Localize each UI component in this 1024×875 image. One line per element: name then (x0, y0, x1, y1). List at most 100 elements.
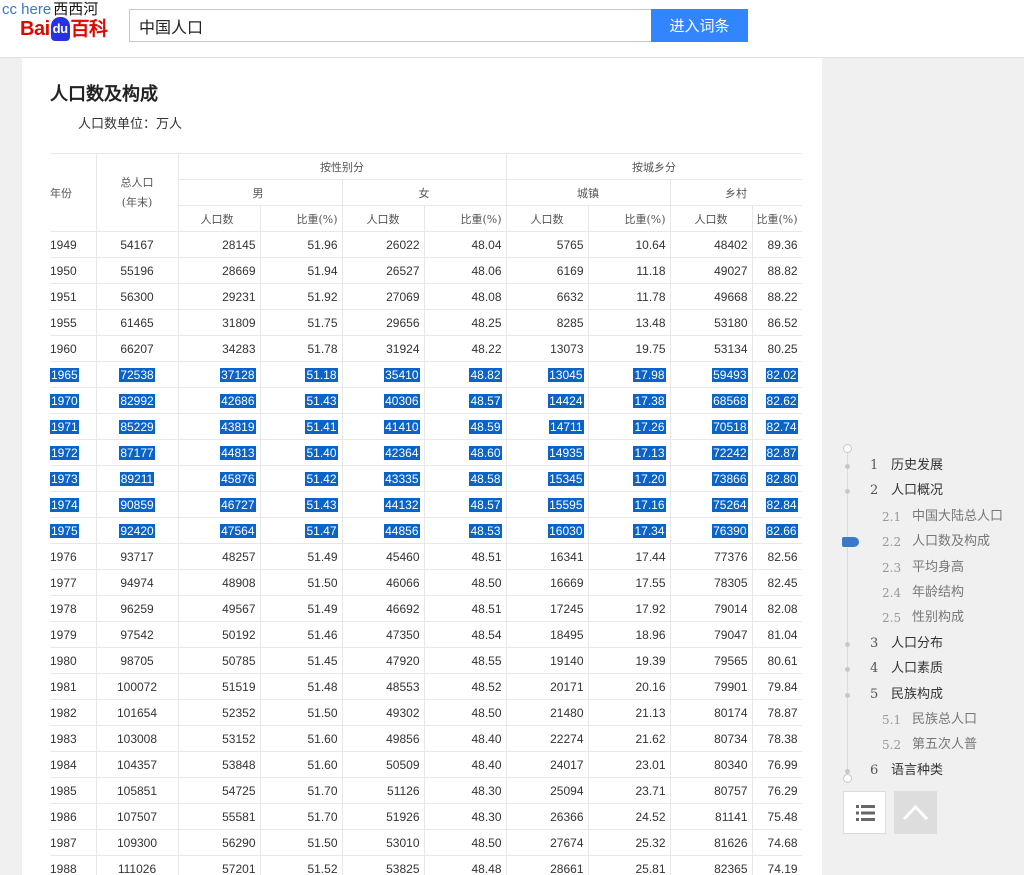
selected-text: 82.84 (765, 497, 798, 512)
table-of-contents: 1 历史发展 2 人口概况 2.1 中国大陆总人口 2.2 人口数及构成 2.3 平均身高 2.4 年… (840, 440, 1024, 785)
value-cell: 48.50 (424, 699, 507, 726)
selected-text: 70518 (712, 419, 748, 434)
toc-label: 性别构成 (912, 610, 965, 626)
value-cell: 25.32 (588, 829, 671, 856)
value-cell: 90859 (96, 491, 179, 518)
value-cell: 47350 (342, 621, 425, 648)
value-cell: 49302 (342, 699, 425, 726)
toc-item[interactable]: 5 民族构成 (840, 685, 1024, 705)
year-cell: 1972 (50, 439, 97, 466)
enter-entry-button[interactable]: 进入词条 (651, 9, 748, 42)
header-ratio: 比重(%) (752, 205, 802, 232)
value-cell: 15595 (506, 491, 589, 518)
list-icon (856, 804, 875, 822)
toc-item[interactable]: 6 语言种类 (840, 761, 1024, 781)
value-cell: 61465 (96, 309, 179, 336)
toc-item[interactable]: 3 人口分布 (840, 634, 1024, 654)
value-cell: 17.13 (588, 439, 671, 466)
selected-text: 59493 (712, 367, 748, 382)
value-cell: 26527 (342, 257, 425, 284)
value-cell: 48908 (178, 569, 261, 596)
back-to-top-button[interactable] (894, 791, 937, 834)
value-cell: 14711 (506, 413, 589, 440)
toc-item[interactable]: 5.2 第五次人普 (840, 735, 1024, 755)
value-cell: 79047 (670, 621, 753, 648)
toc-label: 民族构成 (891, 686, 944, 702)
value-cell: 76390 (670, 517, 753, 544)
value-cell: 51.92 (260, 283, 343, 310)
table-row: 1978 96259 49567 51.49 46692 48.51 17245 17.92 7… (50, 595, 802, 622)
toc-item[interactable]: 2 人口概况 (840, 481, 1024, 501)
toc-item[interactable]: 2.3 平均身高 (840, 558, 1024, 578)
value-cell: 17.16 (588, 491, 671, 518)
value-cell: 86.52 (752, 309, 802, 336)
baidu-baike-logo[interactable]: Bai du 百科 (20, 17, 108, 41)
table-row: 1975 92420 47564 51.47 44856 48.53 16030 17.34 7… (50, 517, 802, 544)
value-cell: 10.64 (588, 231, 671, 258)
toc-dot-icon (845, 464, 850, 469)
table-body: 1949 54167 28145 51.96 26022 48.04 5765 10.64 48… (50, 231, 802, 875)
year-cell: 1949 (50, 231, 97, 258)
unit-note: 人口数单位：万人 (78, 117, 183, 132)
toc-item[interactable]: 2.2 人口数及构成 (840, 532, 1024, 552)
list-button[interactable] (843, 791, 886, 834)
toc-item[interactable]: 4 人口素质 (840, 659, 1024, 679)
selected-text: 35410 (384, 367, 420, 382)
selected-text: 92420 (119, 523, 155, 538)
value-cell: 26366 (506, 803, 589, 830)
header-count: 人口数 (670, 205, 753, 232)
selected-text: 73866 (712, 471, 748, 486)
toc-number: 1 (870, 458, 879, 473)
header-by-gender: 按性别分 (178, 153, 507, 180)
value-cell: 48257 (178, 543, 261, 570)
value-cell: 48.50 (424, 569, 507, 596)
toc-item[interactable]: 2.4 年龄结构 (840, 583, 1024, 603)
year-cell: 1950 (50, 257, 97, 284)
selected-text: 82.66 (765, 523, 798, 538)
year-cell: 1977 (50, 569, 97, 596)
search-input[interactable] (129, 9, 651, 42)
value-cell: 48553 (342, 673, 425, 700)
value-cell: 50785 (178, 647, 261, 674)
value-cell: 80.61 (752, 647, 802, 674)
selected-text: 51.47 (305, 523, 338, 538)
content-card: 人口数及构成 人口数单位：万人 年份 总人口 (年末) 按性别分 按城乡分 男 … (22, 58, 822, 875)
value-cell: 51.40 (260, 439, 343, 466)
header-ratio: 比重(%) (260, 205, 343, 232)
value-cell: 50509 (342, 751, 425, 778)
value-cell: 20.16 (588, 673, 671, 700)
selected-text: 82.62 (765, 393, 798, 408)
table-row: 1972 87177 44813 51.40 42364 48.60 14935 17.13 7… (50, 439, 802, 466)
selected-text: 48.57 (469, 497, 502, 512)
value-cell: 21480 (506, 699, 589, 726)
value-cell: 17.55 (588, 569, 671, 596)
value-cell: 80.25 (752, 335, 802, 362)
value-cell: 48.22 (424, 335, 507, 362)
value-cell: 48.48 (424, 855, 507, 875)
value-cell: 21.13 (588, 699, 671, 726)
value-cell: 94974 (96, 569, 179, 596)
value-cell: 24.52 (588, 803, 671, 830)
table-row: 1982 101654 52352 51.50 49302 48.50 21480 21.13… (50, 699, 802, 726)
toc-number: 4 (870, 661, 879, 677)
value-cell: 45876 (178, 465, 261, 492)
table-row: 1988 111026 57201 51.52 53825 48.48 28661 25.81… (50, 855, 802, 875)
value-cell: 27069 (342, 283, 425, 310)
value-cell: 14424 (506, 387, 589, 414)
selected-text: 1965 (50, 367, 79, 382)
value-cell: 77376 (670, 543, 753, 570)
toc-item[interactable]: 1 历史发展 (840, 456, 1024, 476)
value-cell: 17.38 (588, 387, 671, 414)
value-cell: 53825 (342, 855, 425, 875)
value-cell: 105851 (96, 777, 179, 804)
value-cell: 46066 (342, 569, 425, 596)
selected-text: 43335 (384, 471, 420, 486)
toc-item[interactable]: 5.1 民族总人口 (840, 710, 1024, 730)
toc-item[interactable]: 2.1 中国大陆总人口 (840, 507, 1024, 527)
year-cell: 1988 (50, 855, 97, 875)
value-cell: 48.53 (424, 517, 507, 544)
value-cell: 82.80 (752, 465, 802, 492)
value-cell: 44813 (178, 439, 261, 466)
table-row: 1984 104357 53848 51.60 50509 48.40 24017 23.01… (50, 751, 802, 778)
toc-item[interactable]: 2.5 性别构成 (840, 608, 1024, 628)
